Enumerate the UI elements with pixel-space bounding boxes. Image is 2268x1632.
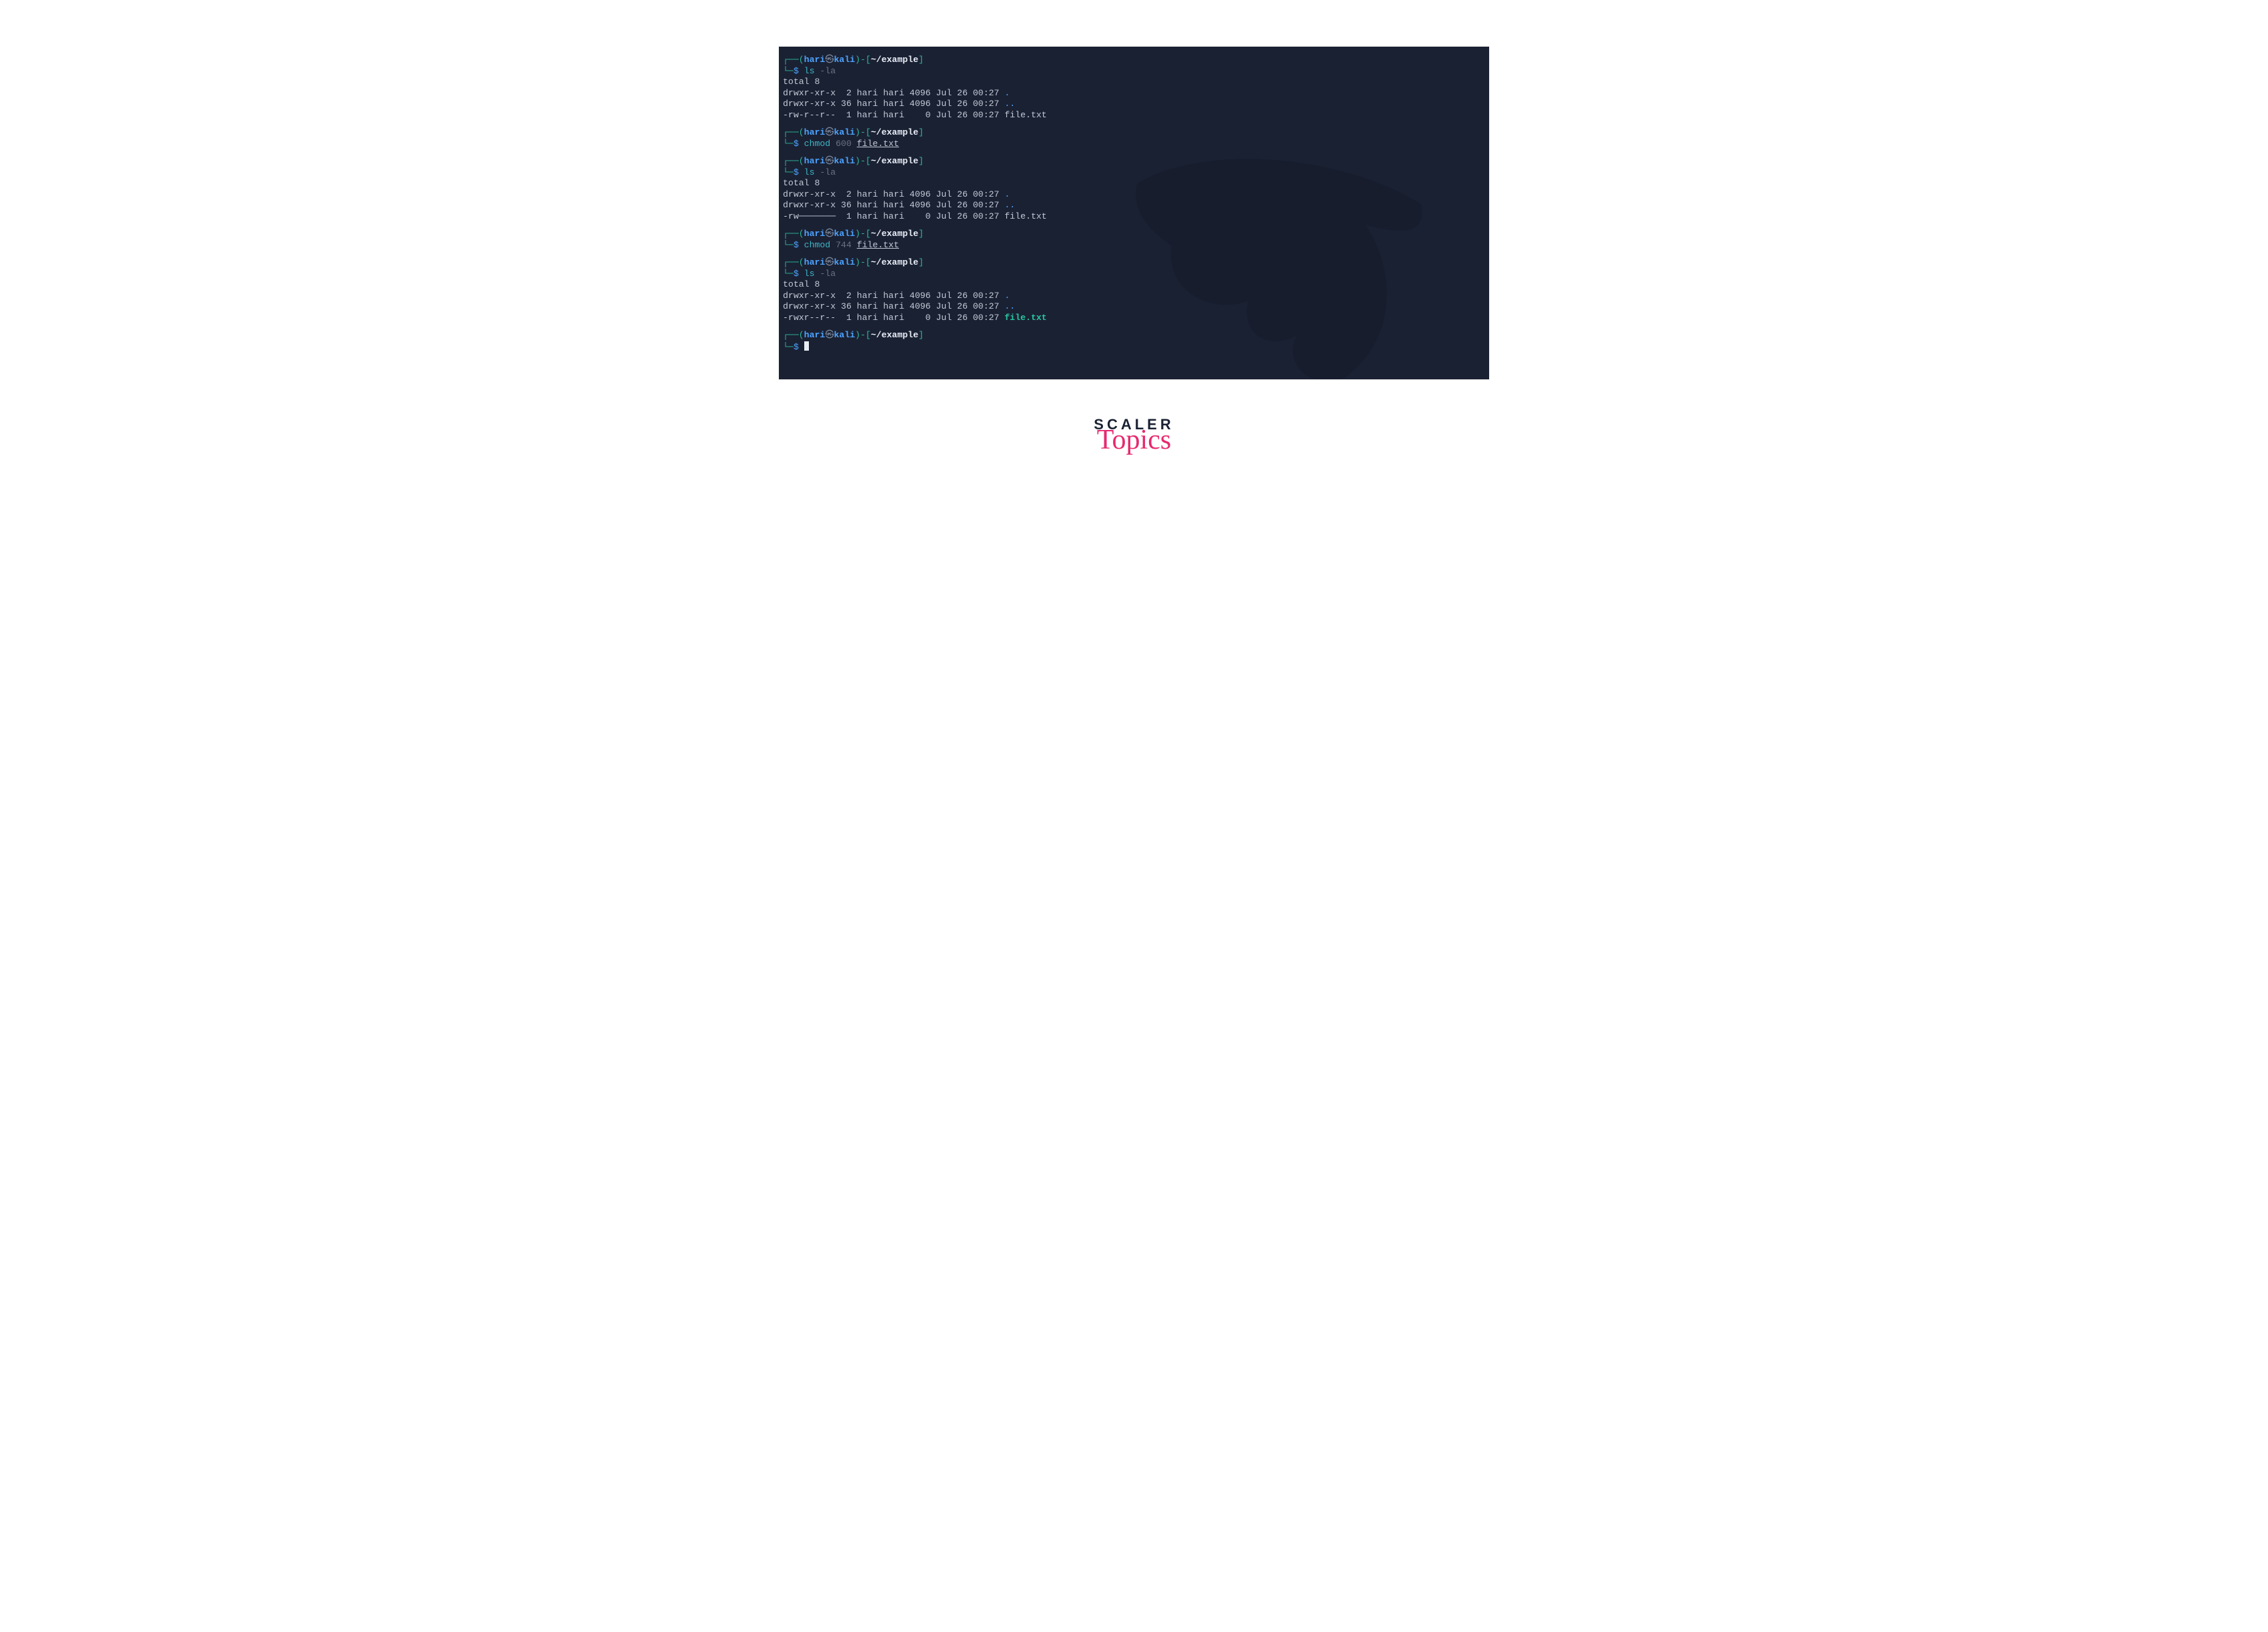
- output-line: drwxr-xr-x 2 hari hari 4096 Jul 26 00:27…: [779, 189, 1489, 201]
- terminal-window[interactable]: ┌──(hari㉿kali)-[~/example]└─$ ls -latota…: [779, 47, 1489, 379]
- prompt-line-1: ┌──(hari㉿kali)-[~/example]: [779, 229, 1489, 240]
- output-line: drwxr-xr-x 2 hari hari 4096 Jul 26 00:27…: [779, 88, 1489, 99]
- prompt-line-2[interactable]: └─$: [779, 341, 1489, 353]
- output-line: total 8: [779, 279, 1489, 291]
- prompt-line-1: ┌──(hari㉿kali)-[~/example]: [779, 257, 1489, 269]
- command-args: -la: [814, 66, 836, 76]
- command-binary: chmod: [804, 139, 831, 149]
- output-line: drwxr-xr-x 36 hari hari 4096 Jul 26 00:2…: [779, 99, 1489, 110]
- prompt-line-2[interactable]: └─$ chmod 744 file.txt: [779, 240, 1489, 251]
- command-binary: ls: [804, 167, 815, 177]
- command-binary: ls: [804, 66, 815, 76]
- command-args: 744: [830, 240, 857, 250]
- prompt-line-1: ┌──(hari㉿kali)-[~/example]: [779, 127, 1489, 139]
- prompt-line-1: ┌──(hari㉿kali)-[~/example]: [779, 330, 1489, 341]
- command-file-arg: file.txt: [857, 139, 899, 149]
- terminal-body: ┌──(hari㉿kali)-[~/example]└─$ ls -latota…: [779, 55, 1489, 353]
- output-line: -rw-r--r-- 1 hari hari 0 Jul 26 00:27 fi…: [779, 110, 1489, 121]
- prompt-line-2[interactable]: └─$ ls -la: [779, 66, 1489, 77]
- prompt-line-2[interactable]: └─$ ls -la: [779, 167, 1489, 179]
- output-line: total 8: [779, 178, 1489, 189]
- output-line: drwxr-xr-x 36 hari hari 4096 Jul 26 00:2…: [779, 301, 1489, 313]
- output-line: total 8: [779, 77, 1489, 88]
- terminal-cursor: [804, 341, 809, 351]
- logo-text-bottom: Topics: [1094, 429, 1174, 452]
- output-line: drwxr-xr-x 36 hari hari 4096 Jul 26 00:2…: [779, 200, 1489, 211]
- output-line: -rwxr--r-- 1 hari hari 0 Jul 26 00:27 fi…: [779, 313, 1489, 324]
- command-args: -la: [814, 269, 836, 279]
- brand-logo: SCALER Topics: [1094, 416, 1174, 452]
- command-binary: chmod: [804, 240, 831, 250]
- command-binary: ls: [804, 269, 815, 279]
- command-file-arg: file.txt: [857, 240, 899, 250]
- command-args: 600: [830, 139, 857, 149]
- prompt-line-1: ┌──(hari㉿kali)-[~/example]: [779, 156, 1489, 167]
- command-args: -la: [814, 167, 836, 177]
- prompt-line-2[interactable]: └─$ chmod 600 file.txt: [779, 139, 1489, 150]
- output-line: drwxr-xr-x 2 hari hari 4096 Jul 26 00:27…: [779, 291, 1489, 302]
- prompt-line-2[interactable]: └─$ ls -la: [779, 269, 1489, 280]
- prompt-line-1: ┌──(hari㉿kali)-[~/example]: [779, 55, 1489, 66]
- output-line: -rw─────── 1 hari hari 0 Jul 26 00:27 fi…: [779, 211, 1489, 223]
